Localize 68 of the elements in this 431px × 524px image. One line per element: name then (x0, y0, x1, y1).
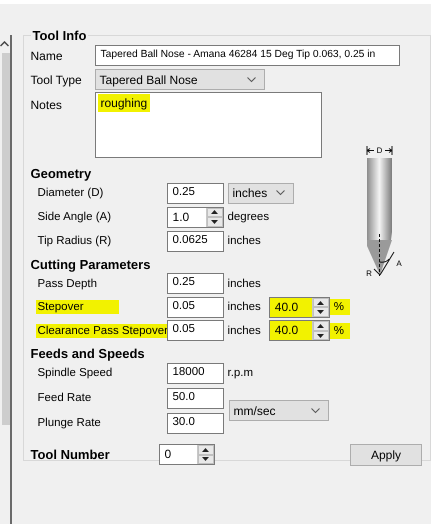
spin-up-button[interactable] (206, 208, 223, 217)
dimension-arrow (366, 146, 392, 156)
input-field[interactable]: 30.0 (166, 412, 224, 434)
field-label: Pass Depth (36, 276, 98, 291)
field-label: Stepover (36, 300, 119, 314)
spin-up-button[interactable] (198, 445, 214, 454)
up-arrow-icon (202, 448, 210, 452)
dimension-label: R (366, 269, 372, 278)
down-arrow-icon (317, 334, 324, 338)
section-title: Tool Info (32, 28, 88, 43)
chevron-down-icon (246, 76, 256, 82)
name-field[interactable]: Tapered Ball Nose - Amana 46284 15 Deg Tip 0.063, 0.25 in (94, 45, 400, 66)
input-field[interactable]: 18000 (166, 362, 224, 384)
input-field[interactable]: 0.05 (166, 296, 224, 318)
spin-field[interactable]: 40.0 (268, 320, 330, 342)
field-label: Name (30, 48, 64, 64)
spin-down-button[interactable] (206, 217, 223, 226)
field-label: Spindle Speed (36, 366, 114, 380)
unit-label: degrees (228, 211, 270, 223)
unit-label: inches (228, 301, 261, 314)
up-arrow-icon (317, 300, 324, 304)
input-field[interactable]: 0.0625 (166, 230, 224, 252)
section-heading: Geometry (30, 166, 92, 181)
scrollbar-thumb[interactable] (2, 53, 10, 425)
up-arrow-icon (211, 210, 218, 214)
dimension-label: D (376, 146, 382, 155)
unit-label: inches (228, 324, 261, 337)
dropdown[interactable]: Tapered Ball Nose (94, 69, 265, 90)
section-heading: Cutting Parameters (30, 257, 152, 272)
field-label: Tool Number (30, 447, 111, 462)
field-label: Tip Radius (R) (36, 234, 112, 248)
dropdown[interactable]: inches (228, 182, 294, 204)
chevron-down-icon (310, 408, 320, 414)
input-field[interactable]: 0.25 (166, 273, 224, 294)
field-label: Feed Rate (36, 391, 92, 405)
dimension-label: A (396, 259, 402, 268)
caret-up-icon (0, 41, 10, 47)
spin-down-button[interactable] (312, 307, 329, 317)
field-label: Diameter (D) (36, 186, 104, 200)
unit-label: inches (228, 235, 261, 247)
input-field[interactable]: 0.05 (166, 320, 224, 342)
down-arrow-icon (202, 457, 210, 462)
down-arrow-icon (317, 310, 324, 314)
field-label: Tool Type (30, 72, 83, 88)
field-label: Clearance Pass Stepover (36, 324, 169, 338)
spin-field[interactable]: 1.0 (166, 206, 224, 228)
spin-up-button[interactable] (312, 321, 329, 331)
unit-label: % (330, 299, 350, 316)
spin-down-button[interactable] (312, 330, 329, 340)
input-field[interactable]: 50.0 (166, 388, 224, 408)
spin-down-button[interactable] (198, 454, 214, 464)
field-label: Side Angle (A) (36, 210, 112, 224)
field-label: Plunge Rate (36, 416, 102, 430)
spin-field[interactable]: 40.0 (268, 296, 330, 318)
spin-field[interactable]: 0 (158, 444, 215, 465)
unit-label: % (330, 322, 350, 339)
up-arrow-icon (317, 324, 324, 328)
unit-label: inches (228, 278, 261, 290)
spin-up-button[interactable] (312, 298, 329, 308)
apply-button[interactable]: Apply (350, 444, 422, 466)
down-arrow-icon (211, 220, 218, 224)
input-field[interactable]: 0.25 (166, 182, 224, 204)
section-heading: Feeds and Speeds (30, 346, 146, 360)
dropdown[interactable]: mm/sec (228, 400, 329, 421)
unit-label: r.p.m (228, 367, 254, 379)
notes-field[interactable]: roughing (94, 92, 322, 158)
field-label: Notes (30, 97, 63, 113)
chevron-down-icon (276, 190, 285, 196)
